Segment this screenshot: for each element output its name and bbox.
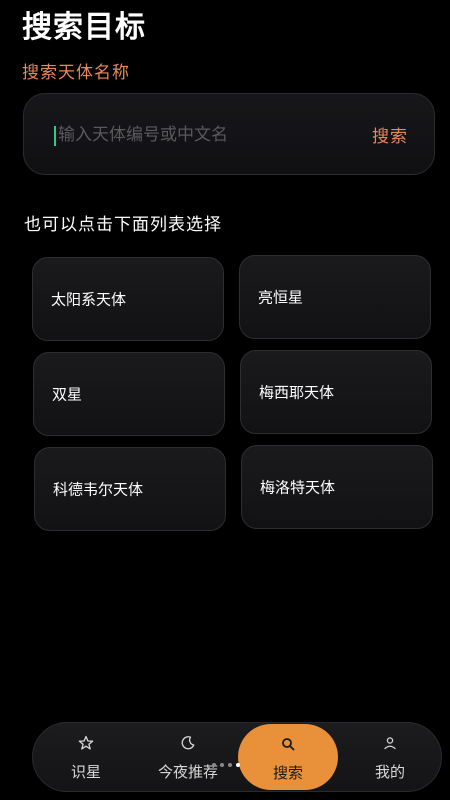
tab-label: 我的 <box>374 763 405 781</box>
category-label: 梅洛特天体 <box>260 478 336 497</box>
star-icon <box>41 735 131 755</box>
tab-mine[interactable]: 我的 <box>345 723 435 793</box>
indicator-dot-active <box>236 763 240 767</box>
indicator-dot <box>212 763 216 767</box>
category-bright-stars[interactable]: 亮恒星 <box>239 255 431 339</box>
indicator-dot <box>228 763 232 767</box>
page-title: 搜索目标 <box>22 10 146 45</box>
search-section-label: 搜索天体名称 <box>22 63 130 83</box>
tab-label: 搜索 <box>272 764 303 782</box>
category-caldwell[interactable]: 科德韦尔天体 <box>34 447 226 531</box>
page-indicator-dots <box>212 752 244 767</box>
text-cursor <box>54 126 56 146</box>
user-icon <box>345 735 435 755</box>
list-hint: 也可以点击下面列表选择 <box>24 215 222 235</box>
category-label: 双星 <box>52 385 83 404</box>
search-button[interactable]: 搜索 <box>372 122 408 147</box>
tab-identify-stars[interactable]: 识星 <box>41 723 131 793</box>
category-double-stars[interactable]: 双星 <box>33 352 225 436</box>
tab-search[interactable]: 搜索 <box>238 724 338 790</box>
category-label: 亮恒星 <box>258 288 304 307</box>
search-icon <box>238 736 338 756</box>
category-melotte[interactable]: 梅洛特天体 <box>241 445 433 529</box>
search-box: 搜索 <box>23 93 435 175</box>
indicator-dot <box>220 763 224 767</box>
tab-label: 识星 <box>70 763 101 781</box>
category-label: 梅西耶天体 <box>259 383 335 402</box>
category-label: 科德韦尔天体 <box>53 480 144 499</box>
category-solar-system[interactable]: 太阳系天体 <box>32 257 224 341</box>
search-target-screen: 搜索目标 搜索天体名称 搜索 也可以点击下面列表选择 太阳系天体 亮恒星 双星 … <box>0 0 450 800</box>
category-messier[interactable]: 梅西耶天体 <box>240 350 432 434</box>
search-input[interactable] <box>58 118 358 152</box>
category-label: 太阳系天体 <box>51 290 127 309</box>
